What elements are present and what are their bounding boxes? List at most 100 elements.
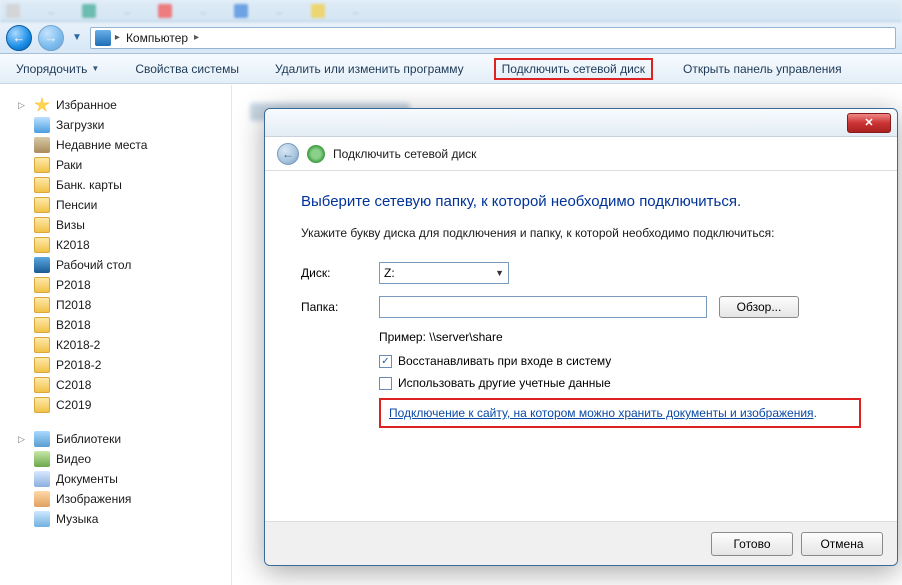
tree-item[interactable]: С2019 <box>14 395 227 415</box>
browse-button[interactable]: Обзор... <box>719 296 799 318</box>
link-highlight-box: Подключение к сайту, на котором можно хр… <box>379 398 861 428</box>
tree-item[interactable]: Музыка <box>14 509 227 529</box>
folder-icon <box>34 177 50 193</box>
tree-item[interactable]: Визы <box>14 215 227 235</box>
tree-item[interactable]: В2018 <box>14 315 227 335</box>
dialog-heading: Выберите сетевую папку, к которой необхо… <box>301 193 861 210</box>
dialog-footer: Готово Отмена <box>265 521 897 565</box>
chevron-down-icon: ▼ <box>495 268 504 278</box>
browser-tabs: .. .. .. .. .. <box>0 0 902 22</box>
folder-label: Папка: <box>301 300 379 314</box>
dialog-header: ← Подключить сетевой диск <box>265 137 897 171</box>
breadcrumb-item[interactable]: Компьютер <box>124 31 190 45</box>
tree-item[interactable]: Загрузки <box>14 115 227 135</box>
network-drive-icon <box>307 145 325 163</box>
tree-item-label: Музыка <box>56 512 98 526</box>
tree-item[interactable]: Раки <box>14 155 227 175</box>
tree-item-label: Р2018-2 <box>56 358 101 372</box>
tree-item-label: Визы <box>56 218 85 232</box>
finish-button[interactable]: Готово <box>711 532 793 556</box>
desktop-icon <box>34 257 50 273</box>
drive-label: Диск: <box>301 266 379 280</box>
tree-item-label: Недавние места <box>56 138 147 152</box>
other-credentials-checkbox[interactable] <box>379 377 392 390</box>
tree-item[interactable]: Недавние места <box>14 135 227 155</box>
tree-item[interactable]: Пенсии <box>14 195 227 215</box>
tree-item-label: Загрузки <box>56 118 104 132</box>
libraries-group[interactable]: ▷ Библиотеки <box>14 429 227 449</box>
tree-item-label: Раки <box>56 158 82 172</box>
video-icon <box>34 451 50 467</box>
favorites-group[interactable]: ▷ Избранное <box>14 95 227 115</box>
breadcrumb-separator: ▸ <box>115 32 120 43</box>
map-network-drive-button[interactable]: Подключить сетевой диск <box>494 58 653 80</box>
example-text: Пример: \\server\share <box>379 330 861 344</box>
nav-forward-button[interactable]: → <box>38 25 64 51</box>
tree-item-label: Изображения <box>56 492 131 506</box>
close-button[interactable]: ✕ <box>847 113 891 133</box>
address-bar[interactable]: ▸ Компьютер ▸ <box>90 27 896 49</box>
folder-icon <box>34 237 50 253</box>
folder-icon <box>34 317 50 333</box>
tree-item-label: К2018-2 <box>56 338 100 352</box>
tree-item[interactable]: Документы <box>14 469 227 489</box>
drive-value: Z: <box>384 266 395 280</box>
tree-item-label: Банк. карты <box>56 178 122 192</box>
dialog-body: Выберите сетевую папку, к которой необхо… <box>265 171 897 521</box>
explorer-toolbar: Упорядочить▼ Свойства системы Удалить ил… <box>0 54 902 84</box>
folder-icon <box>34 377 50 393</box>
computer-icon <box>95 30 111 46</box>
libraries-label: Библиотеки <box>56 432 121 446</box>
star-icon <box>34 97 50 113</box>
tree-item[interactable]: Видео <box>14 449 227 469</box>
nav-history-dropdown[interactable]: ▼ <box>70 32 84 43</box>
folder-icon <box>34 217 50 233</box>
other-credentials-label: Использовать другие учетные данные <box>398 376 611 390</box>
tree-item-label: К2018 <box>56 238 90 252</box>
tree-item[interactable]: К2018-2 <box>14 335 227 355</box>
folder-path-input[interactable] <box>379 296 707 318</box>
explorer-navbar: ← → ▼ ▸ Компьютер ▸ <box>0 22 902 54</box>
favorites-label: Избранное <box>56 98 117 112</box>
dialog-back-button[interactable]: ← <box>277 143 299 165</box>
tree-item-label: Документы <box>56 472 118 486</box>
tree-item[interactable]: К2018 <box>14 235 227 255</box>
tree-item-label: П2018 <box>56 298 91 312</box>
folder-icon <box>34 337 50 353</box>
tree-item[interactable]: С2018 <box>14 375 227 395</box>
uninstall-program-button[interactable]: Удалить или изменить программу <box>269 59 470 79</box>
tree-item-label: Пенсии <box>56 198 97 212</box>
organize-menu[interactable]: Упорядочить▼ <box>10 59 105 79</box>
tree-item[interactable]: Р2018-2 <box>14 355 227 375</box>
tree-item[interactable]: Изображения <box>14 489 227 509</box>
folder-icon <box>34 397 50 413</box>
dialog-title: Подключить сетевой диск <box>333 147 476 161</box>
tree-item-label: Видео <box>56 452 91 466</box>
tree-item-label: Рабочий стол <box>56 258 131 272</box>
dialog-titlebar: ✕ <box>265 109 897 137</box>
connect-to-website-link[interactable]: Подключение к сайту, на котором можно хр… <box>389 406 814 420</box>
cancel-button[interactable]: Отмена <box>801 532 883 556</box>
tree-item-label: Р2018 <box>56 278 91 292</box>
folder-icon <box>34 197 50 213</box>
nav-back-button[interactable]: ← <box>6 25 32 51</box>
libraries-icon <box>34 431 50 447</box>
drive-letter-select[interactable]: Z: ▼ <box>379 262 509 284</box>
tree-item-label: С2019 <box>56 398 91 412</box>
open-control-panel-button[interactable]: Открыть панель управления <box>677 59 848 79</box>
img-icon <box>34 491 50 507</box>
tree-item[interactable]: Рабочий стол <box>14 255 227 275</box>
tree-item[interactable]: П2018 <box>14 295 227 315</box>
breadcrumb-separator: ▸ <box>194 32 199 43</box>
map-network-drive-dialog: ✕ ← Подключить сетевой диск Выберите сет… <box>264 108 898 566</box>
reconnect-checkbox[interactable]: ✓ <box>379 355 392 368</box>
navigation-pane: ▷ Избранное Загрузки Недавние места Раки Ба… <box>0 85 232 585</box>
recent-icon <box>34 137 50 153</box>
folder-icon <box>34 157 50 173</box>
tree-item-label: В2018 <box>56 318 91 332</box>
system-properties-button[interactable]: Свойства системы <box>129 59 245 79</box>
tree-item[interactable]: Р2018 <box>14 275 227 295</box>
folder-icon <box>34 357 50 373</box>
tree-item[interactable]: Банк. карты <box>14 175 227 195</box>
folder-icon <box>34 297 50 313</box>
